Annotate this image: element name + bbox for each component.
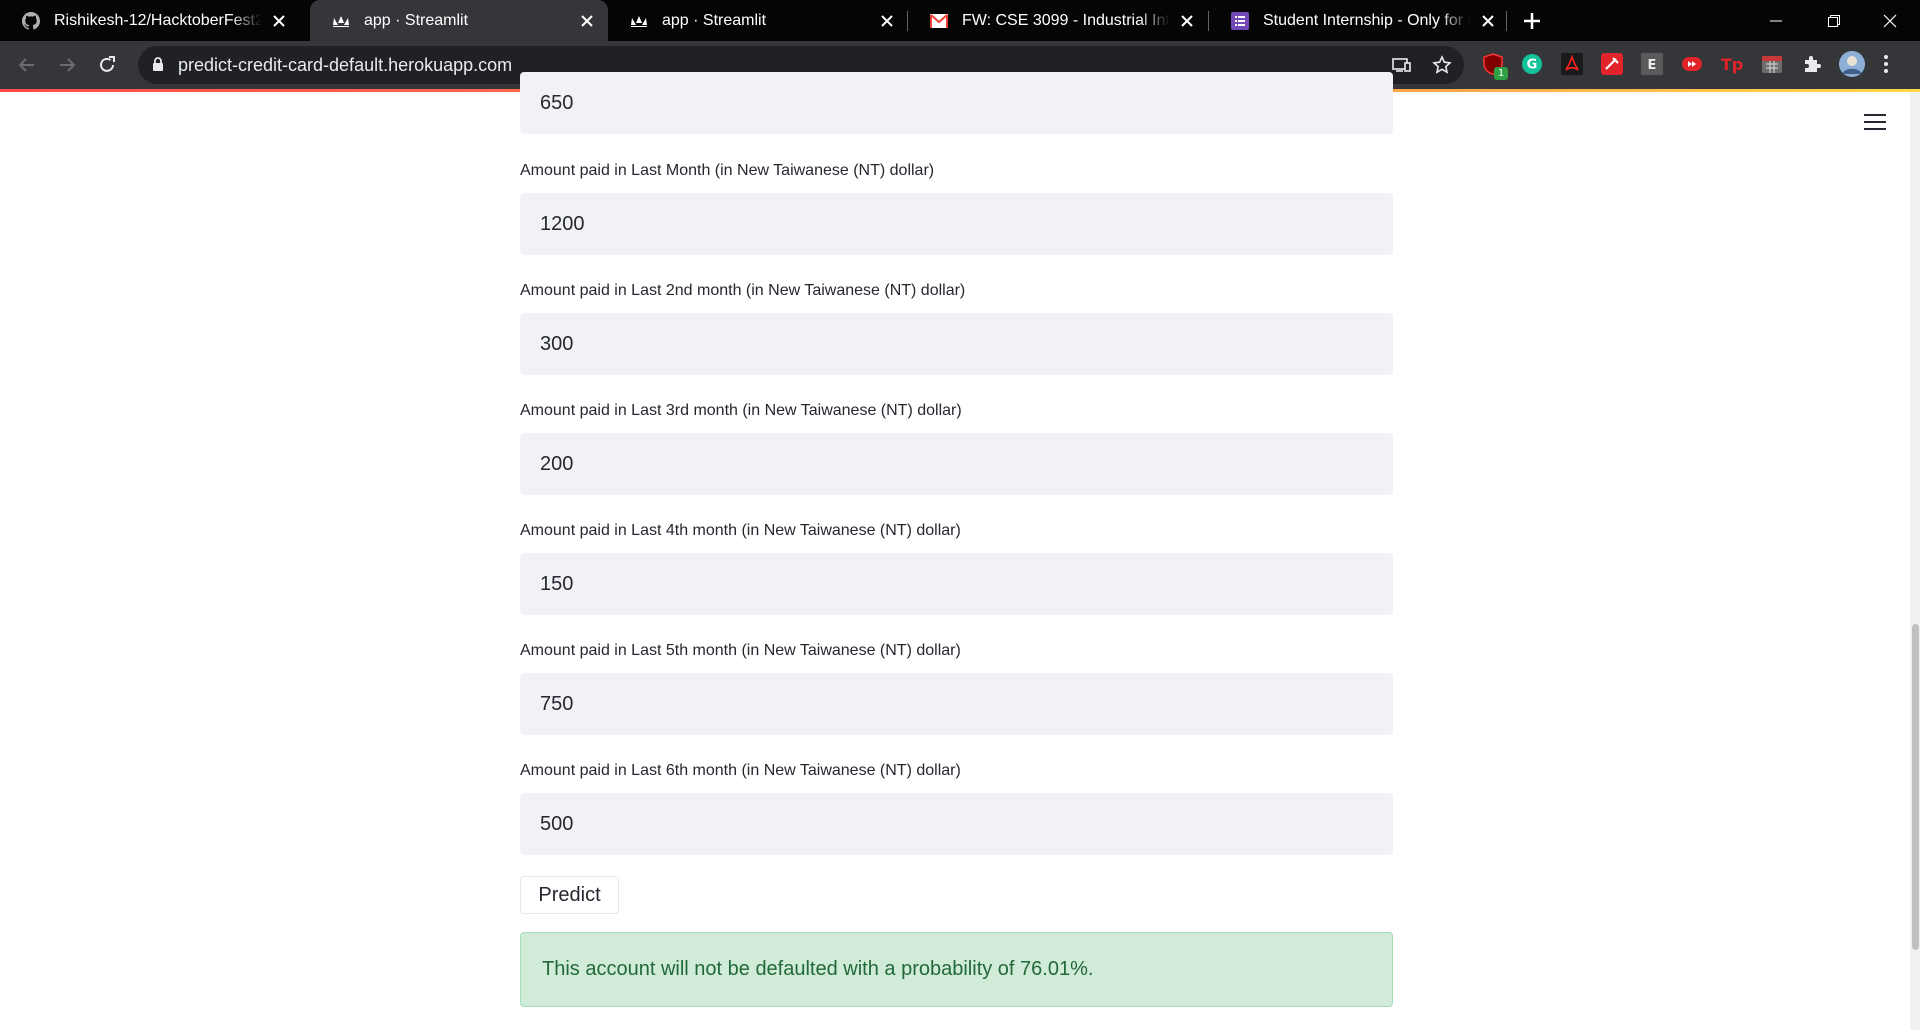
tab-title: app · Streamlit xyxy=(662,11,767,29)
amount-last-2nd-month-input[interactable]: 300 xyxy=(520,313,1393,375)
github-icon xyxy=(22,11,40,30)
field-label: Amount paid in Last 4th month (in New Ta… xyxy=(520,522,961,539)
close-icon[interactable] xyxy=(576,10,598,32)
new-tab-button[interactable] xyxy=(1518,7,1546,35)
tab-title: Student Internship - Only for SCOPE xyxy=(1263,11,1471,29)
svg-text:G: G xyxy=(1527,58,1538,73)
tab-title: Rishikesh-12/HacktoberFest2020 xyxy=(54,11,262,29)
tab-title: FW: CSE 3099 - Industrial Internship xyxy=(962,11,1170,29)
grammarly-icon[interactable]: G xyxy=(1521,53,1543,75)
ext-e-icon[interactable]: E xyxy=(1641,53,1663,75)
reload-icon xyxy=(100,56,115,72)
close-icon[interactable] xyxy=(1176,10,1198,32)
amount-last-4th-month-input[interactable]: 150 xyxy=(520,553,1393,615)
tab-gmail[interactable]: FW: CSE 3099 - Industrial Internship xyxy=(908,0,1208,41)
tab-github[interactable]: Rishikesh-12/HacktoberFest2020 xyxy=(0,0,300,41)
url-text: predict-credit-card-default.herokuapp.co… xyxy=(178,55,513,75)
streamlit-icon xyxy=(630,12,648,30)
plus-icon xyxy=(1524,13,1540,29)
ext-tp-icon[interactable]: Tp xyxy=(1721,53,1743,75)
close-icon[interactable] xyxy=(268,10,290,32)
chrome-menu-button[interactable] xyxy=(1883,53,1889,80)
tab-google-forms[interactable]: Student Internship - Only for SCOPE xyxy=(1209,0,1509,41)
gmail-icon xyxy=(930,12,948,30)
ext-youtube-icon[interactable] xyxy=(1681,53,1703,75)
back-button[interactable] xyxy=(12,50,42,80)
install-app-icon[interactable] xyxy=(1392,56,1412,79)
streamlit-icon xyxy=(332,12,350,30)
scrollbar-thumb[interactable] xyxy=(1912,624,1919,950)
minimize-icon xyxy=(1770,20,1782,21)
acrobat-icon[interactable] xyxy=(1561,53,1583,75)
back-arrow-icon xyxy=(18,58,34,72)
profile-avatar[interactable] xyxy=(1839,51,1865,77)
amount-last-3rd-month-input[interactable]: 200 xyxy=(520,433,1393,495)
number-input-partial[interactable]: 650 xyxy=(520,72,1393,134)
tab-streamlit-active[interactable]: app · Streamlit xyxy=(310,0,608,41)
tab-title: app · Streamlit xyxy=(364,11,469,29)
hamburger-menu-icon[interactable] xyxy=(1864,114,1886,132)
reload-button[interactable] xyxy=(92,50,122,80)
field-label: Amount paid in Last Month (in New Taiwan… xyxy=(520,162,935,179)
svg-text:Tp: Tp xyxy=(1721,55,1743,74)
tab-streamlit[interactable]: app · Streamlit xyxy=(608,0,908,41)
ext-red-icon[interactable] xyxy=(1601,53,1623,75)
kebab-menu-icon xyxy=(1884,55,1888,73)
prediction-result-alert: This account will not be defaulted with … xyxy=(520,932,1393,1007)
close-icon[interactable] xyxy=(876,10,898,32)
field-label: Amount paid in Last 6th month (in New Ta… xyxy=(520,762,961,779)
svg-text:E: E xyxy=(1648,58,1657,73)
minimize-button[interactable] xyxy=(1748,0,1804,41)
tab-strip: Rishikesh-12/HacktoberFest2020 app · Str… xyxy=(0,0,1920,41)
predict-button[interactable]: Predict xyxy=(520,876,619,914)
amount-last-6th-month-input[interactable]: 500 xyxy=(520,793,1393,855)
tab-separator xyxy=(1506,11,1507,31)
bookmark-star-icon[interactable] xyxy=(1432,55,1452,80)
extension-badge: 1 xyxy=(1494,67,1508,80)
forward-button[interactable] xyxy=(52,50,82,80)
streamlit-main: 650 Amount paid in Last Month (in New Ta… xyxy=(0,72,1920,1030)
restore-button[interactable] xyxy=(1806,0,1862,41)
amount-last-5th-month-input[interactable]: 750 xyxy=(520,673,1393,735)
close-icon xyxy=(1883,14,1897,27)
amount-last-month-input[interactable]: 1200 xyxy=(520,193,1393,255)
restore-icon xyxy=(1828,14,1840,27)
field-label: Amount paid in Last 5th month (in New Ta… xyxy=(520,642,961,659)
field-label: Amount paid in Last 2nd month (in New Ta… xyxy=(520,282,966,299)
close-window-button[interactable] xyxy=(1862,0,1918,41)
forward-arrow-icon xyxy=(60,58,76,72)
ext-calendar-icon[interactable] xyxy=(1761,53,1783,75)
puzzle-icon[interactable] xyxy=(1801,53,1823,75)
forms-icon xyxy=(1231,11,1249,30)
lock-icon[interactable] xyxy=(152,57,164,77)
field-label: Amount paid in Last 3rd month (in New Ta… xyxy=(520,402,962,419)
close-icon[interactable] xyxy=(1477,10,1499,32)
